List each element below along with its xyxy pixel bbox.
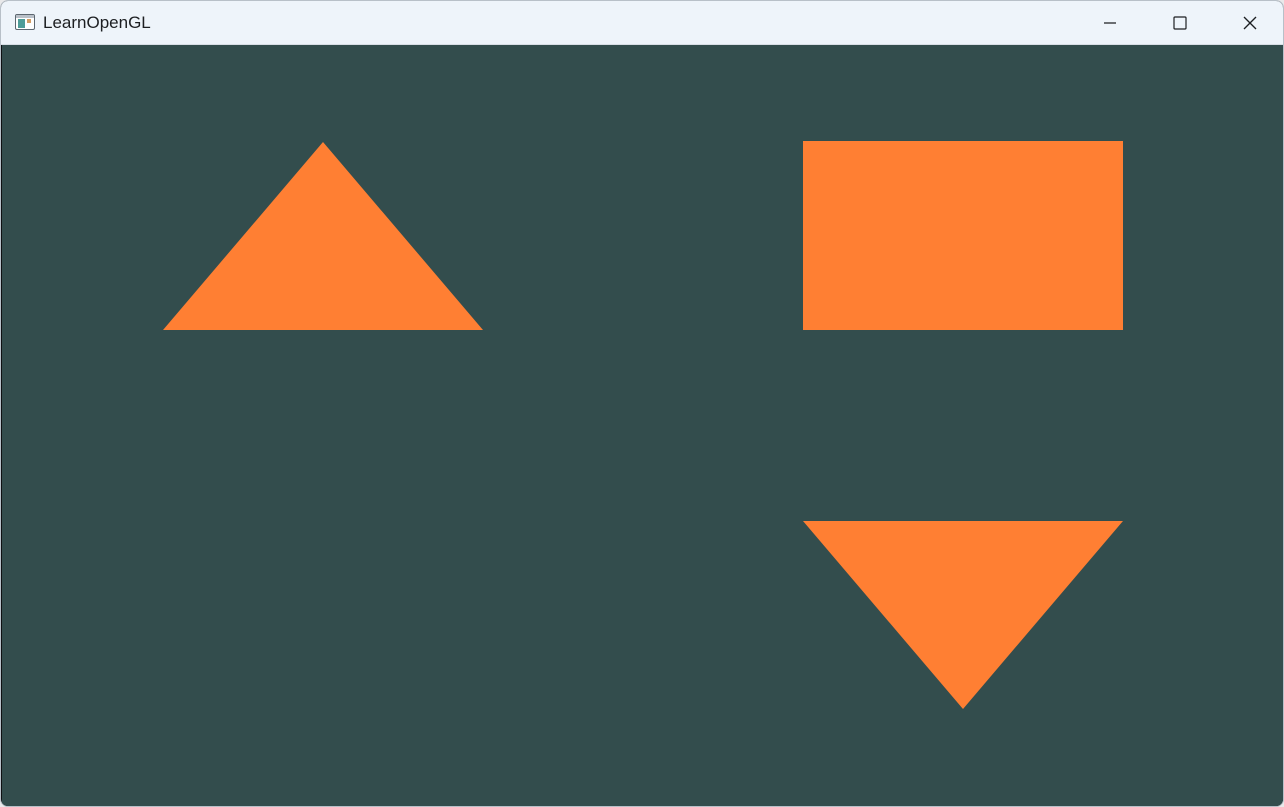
app-window-icon (15, 14, 35, 30)
render-canvas (2, 45, 1283, 806)
icon-panel-left (18, 19, 25, 28)
icon-panel-right (27, 19, 31, 23)
minimize-button[interactable] (1075, 1, 1145, 44)
rectangle (803, 141, 1123, 330)
minimize-icon (1104, 22, 1116, 24)
window-title: LearnOpenGL (43, 13, 151, 32)
maximize-icon (1173, 16, 1187, 30)
window-controls (1075, 1, 1283, 44)
app-window: LearnOpenGL (0, 0, 1284, 807)
close-icon (1243, 16, 1257, 30)
maximize-button[interactable] (1145, 1, 1215, 44)
icon-top-strip (16, 15, 34, 18)
title-bar[interactable]: LearnOpenGL (1, 1, 1283, 45)
opengl-viewport[interactable] (2, 45, 1283, 806)
close-button[interactable] (1215, 1, 1283, 44)
